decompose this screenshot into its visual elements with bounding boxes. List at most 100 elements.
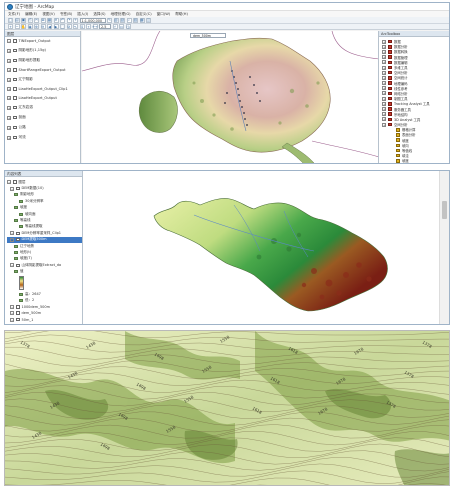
paste-icon[interactable]: ▦ bbox=[47, 17, 52, 23]
collapse-icon[interactable]: − bbox=[10, 311, 14, 316]
layer-checkbox[interactable] bbox=[13, 105, 17, 110]
layer-checkbox[interactable] bbox=[16, 263, 20, 268]
collapse-icon[interactable]: − bbox=[10, 317, 14, 322]
layer-checkbox[interactable] bbox=[13, 180, 17, 184]
toolbox-item[interactable]: +地统计分析 bbox=[382, 164, 449, 165]
toc-layer[interactable]: − TINExport_Output bbox=[7, 39, 80, 43]
expand-icon[interactable]: + bbox=[382, 112, 386, 117]
expand-icon[interactable]: + bbox=[7, 68, 11, 72]
toc-layer[interactable]: + 剖面 bbox=[7, 115, 80, 120]
menu-windows[interactable]: 窗口(W) bbox=[157, 12, 171, 17]
layer-checkbox[interactable] bbox=[13, 39, 17, 43]
add-data-icon[interactable]: + bbox=[73, 17, 78, 23]
toc-layer[interactable]: + 阴影地形(1,15g) bbox=[7, 48, 80, 53]
search-icon[interactable]: ⌕ bbox=[126, 17, 132, 23]
layer-checkbox[interactable] bbox=[13, 58, 17, 63]
expand-icon[interactable]: + bbox=[7, 115, 11, 120]
menu-view[interactable]: 视图(V) bbox=[42, 12, 54, 17]
fixed-zoom-out-icon[interactable]: ⊖ bbox=[40, 24, 46, 29]
expand-icon[interactable]: + bbox=[382, 55, 386, 60]
find-icon[interactable]: ⌖ bbox=[86, 24, 91, 29]
collapse-icon[interactable]: − bbox=[10, 237, 14, 242]
print-icon[interactable]: ⎙ bbox=[27, 17, 33, 23]
menu-geoprocessing[interactable]: 地理处理(G) bbox=[111, 12, 131, 17]
layer-checkbox[interactable] bbox=[13, 77, 17, 82]
layer-checkbox[interactable] bbox=[13, 48, 17, 53]
toc-layer[interactable]: + 辽东岩溶 bbox=[7, 105, 80, 110]
open-icon[interactable]: ▤ bbox=[14, 17, 20, 23]
expand-icon[interactable]: + bbox=[7, 87, 11, 91]
toc-layer[interactable]: + 河流 bbox=[7, 135, 80, 140]
modelbuilder-icon[interactable]: ◫ bbox=[146, 17, 151, 23]
layer-selector[interactable]: dem_500m bbox=[190, 33, 226, 38]
hyperlink-icon[interactable]: ⚡ bbox=[112, 24, 118, 29]
fixed-zoom-in-icon[interactable]: ⊕ bbox=[34, 24, 39, 29]
toc-layer[interactable]: + 辽宁阴影 bbox=[7, 77, 80, 82]
toc-layer[interactable]: + 公路 bbox=[7, 125, 80, 130]
expand-icon[interactable]: + bbox=[7, 96, 11, 100]
back-icon[interactable]: ◀ bbox=[47, 24, 52, 29]
menu-insert[interactable]: 插入(I) bbox=[77, 12, 88, 17]
expand-icon[interactable]: + bbox=[382, 122, 386, 127]
expand-icon[interactable]: + bbox=[382, 86, 386, 91]
dem-terrain-map[interactable] bbox=[84, 171, 440, 325]
python-icon[interactable]: ▩ bbox=[139, 17, 145, 23]
html-popup-icon[interactable]: ▭ bbox=[119, 24, 124, 29]
layer-checkbox[interactable] bbox=[16, 186, 20, 191]
full-extent-icon[interactable]: ◉ bbox=[27, 24, 33, 29]
expand-icon[interactable]: + bbox=[382, 117, 386, 122]
zoom-value[interactable]: 2.5 bbox=[99, 24, 111, 29]
layer-checkbox[interactable] bbox=[16, 237, 20, 242]
expand-icon[interactable]: + bbox=[382, 60, 386, 65]
layer-checkbox[interactable] bbox=[13, 87, 17, 91]
layer-checkbox[interactable] bbox=[16, 231, 20, 236]
zoom-in-icon[interactable]: + bbox=[8, 24, 13, 29]
collapse-icon[interactable]: − bbox=[10, 186, 14, 191]
expand-icon[interactable]: + bbox=[382, 96, 386, 101]
expand-icon[interactable]: + bbox=[7, 105, 11, 110]
expand-icon[interactable]: + bbox=[382, 81, 386, 86]
toc-layer[interactable]: + LiaoHeExport_Output bbox=[7, 96, 80, 100]
menu-help[interactable]: 帮助(H) bbox=[175, 12, 188, 17]
table-icon[interactable]: ▥ bbox=[113, 17, 119, 23]
cut-icon[interactable]: ✂ bbox=[34, 17, 39, 23]
undo-icon[interactable]: ↶ bbox=[60, 17, 65, 23]
expand-icon[interactable]: + bbox=[382, 75, 386, 80]
measure-icon[interactable]: ⟷ bbox=[92, 24, 98, 29]
collapse-icon[interactable]: − bbox=[7, 39, 11, 43]
clear-selection-icon[interactable]: ⊘ bbox=[66, 24, 72, 29]
expand-icon[interactable]: + bbox=[382, 65, 386, 70]
layer-checkbox[interactable] bbox=[16, 317, 20, 322]
liaoning-relief-map[interactable] bbox=[82, 31, 379, 164]
expand-icon[interactable]: + bbox=[382, 44, 386, 49]
map-scale-input[interactable]: 1:1,000,000 bbox=[79, 17, 106, 23]
collapse-icon[interactable]: − bbox=[7, 180, 11, 185]
expand-icon[interactable]: + bbox=[382, 107, 386, 112]
expand-icon[interactable]: + bbox=[382, 39, 386, 44]
menu-edit[interactable]: 编辑(E) bbox=[25, 12, 37, 17]
menu-file[interactable]: 文件(F) bbox=[8, 12, 20, 17]
layer-checkbox[interactable] bbox=[13, 96, 17, 100]
expand-icon[interactable]: + bbox=[382, 70, 386, 75]
menu-customize[interactable]: 自定义(C) bbox=[136, 12, 152, 17]
redo-icon[interactable]: ↷ bbox=[66, 17, 72, 23]
delete-icon[interactable]: ✕ bbox=[53, 17, 59, 23]
expand-icon[interactable]: + bbox=[7, 48, 11, 53]
collapse-icon[interactable]: − bbox=[10, 304, 14, 309]
identify-icon[interactable]: ℹ bbox=[79, 24, 85, 29]
scroll-thumb[interactable] bbox=[442, 201, 447, 219]
expand-icon[interactable]: + bbox=[382, 91, 386, 96]
toc-layer[interactable]: + LiaoHeExport_Output_Clip1 bbox=[7, 87, 80, 91]
expand-icon[interactable]: + bbox=[382, 101, 386, 106]
layer-checkbox[interactable] bbox=[13, 68, 17, 72]
layer-checkbox[interactable] bbox=[13, 115, 17, 120]
expand-icon[interactable]: + bbox=[7, 77, 11, 82]
time-slider-icon[interactable]: ◷ bbox=[125, 24, 131, 29]
catalog-icon[interactable]: ▧ bbox=[120, 17, 125, 23]
pan-icon[interactable]: ✋ bbox=[21, 24, 26, 29]
layer-checkbox[interactable] bbox=[16, 311, 20, 315]
contour-map-view[interactable]: 1378 1438 1498 1558 1618 1678 1378 1438 1498 1558… bbox=[4, 330, 450, 486]
forward-icon[interactable]: ▶ bbox=[53, 24, 59, 29]
layer-row[interactable]: − 10m bbox=[7, 323, 82, 324]
toc-layer[interactable]: + ShortRangeExport_Output bbox=[7, 68, 80, 72]
